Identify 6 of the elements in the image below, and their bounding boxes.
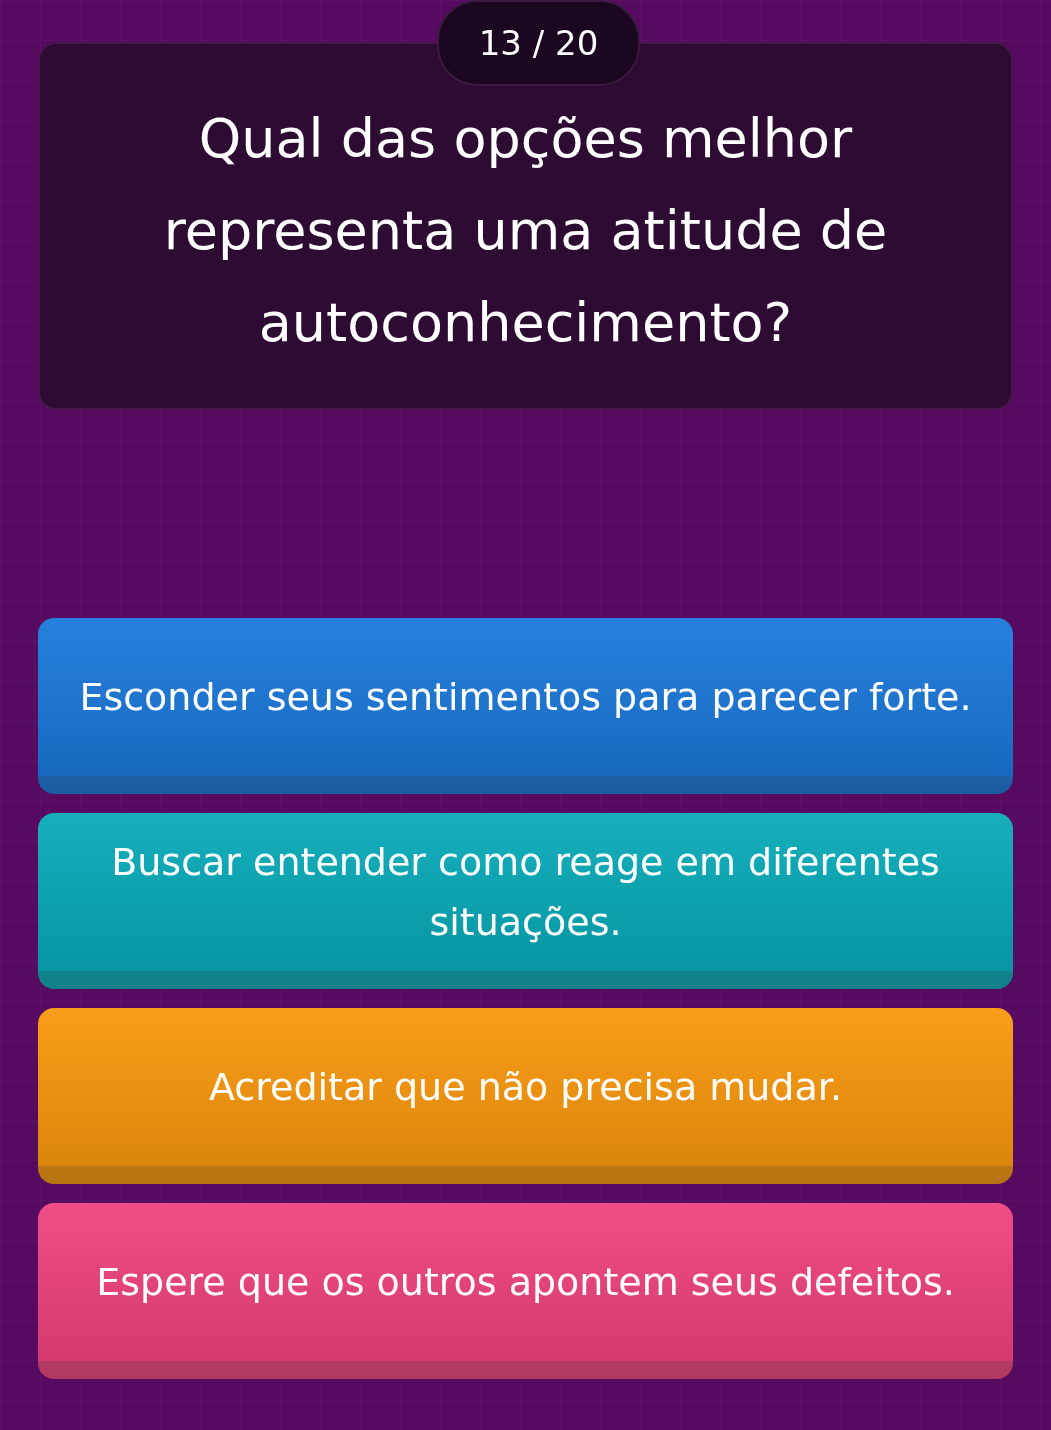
question-text: Qual das opções melhor representa uma atitude de autoconhecimento? xyxy=(162,106,889,356)
answer-button[interactable]: Espere que os outros apontem seus defeitos. xyxy=(38,1203,1013,1379)
answer-button[interactable]: Acreditar que não precisa mudar. xyxy=(38,1008,1013,1184)
answer-button[interactable]: Buscar entender como reage em diferentes situações. xyxy=(38,813,1013,989)
question-counter: 13 / 20 xyxy=(437,0,640,86)
answer-button[interactable]: Esconder seus sentimentos para parecer forte. xyxy=(38,618,1013,794)
